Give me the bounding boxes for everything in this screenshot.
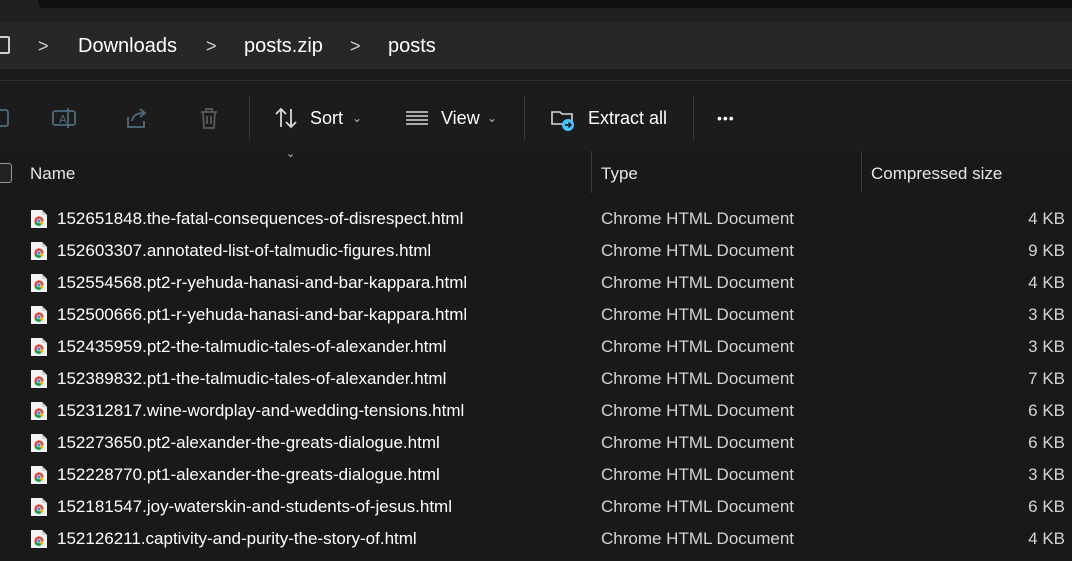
file-size: 3 KB [1028,305,1065,324]
breadcrumb-downloads[interactable]: Downloads [78,33,177,59]
file-size: 6 KB [1028,433,1065,452]
column-name[interactable]: Name [30,163,75,185]
file-type: Chrome HTML Document [601,337,795,356]
column-divider[interactable] [591,151,592,193]
file-size: 4 KB [1028,529,1065,548]
file-size: 3 KB [1028,465,1065,484]
file-name: 152126211.captivity-and-purity-the-story… [57,529,417,548]
file-name: 152651848.the-fatal-consequences-of-disr… [57,209,464,228]
file-type: Chrome HTML Document [601,401,795,420]
file-size: 6 KB [1028,497,1065,516]
file-row[interactable]: 152554568.pt2-r-yehuda-hanasi-and-bar-ka… [0,267,1072,299]
file-size: 3 KB [1028,337,1065,356]
file-size: 6 KB [1028,401,1065,420]
file-row[interactable]: 152312817.wine-wordplay-and-wedding-tens… [0,395,1072,427]
copy-icon[interactable] [0,105,12,131]
file-name: 152389832.pt1-the-talmudic-tales-of-alex… [57,369,447,388]
breadcrumb-chevron-icon[interactable]: > [350,33,361,59]
file-size: 4 KB [1028,209,1065,228]
file-type: Chrome HTML Document [601,241,795,260]
sort-direction-icon: ⌄ [286,148,296,160]
select-all-checkbox[interactable] [0,163,12,183]
chrome-html-file-icon [30,433,48,453]
file-row[interactable]: 152228770.pt1-alexander-the-greats-dialo… [0,459,1072,491]
folder-extract-icon [551,111,574,131]
file-name: 152273650.pt2-alexander-the-greats-dialo… [57,433,440,452]
file-row[interactable]: 152273650.pt2-alexander-the-greats-dialo… [0,427,1072,459]
rename-icon[interactable]: A [51,105,77,131]
file-type: Chrome HTML Document [601,305,795,324]
file-type: Chrome HTML Document [601,369,795,388]
sort-icon [275,107,297,129]
file-row[interactable]: 152500666.pt1-r-yehuda-hanasi-and-bar-ka… [0,299,1072,331]
chrome-html-file-icon [30,465,48,485]
file-row[interactable]: 152181547.joy-waterskin-and-students-of-… [0,491,1072,523]
toolbar-separator [249,96,250,140]
chrome-html-file-icon [30,401,48,421]
column-header: ⌄ Name Type Compressed size [0,148,1072,197]
file-type: Chrome HTML Document [601,497,795,516]
view-icon [406,111,428,125]
column-type[interactable]: Type [601,163,638,185]
column-divider[interactable] [861,151,862,193]
chrome-html-file-icon [30,273,48,293]
breadcrumb-chevron-icon[interactable]: > [206,33,217,59]
share-icon[interactable] [124,105,150,131]
file-name: 152554568.pt2-r-yehuda-hanasi-and-bar-ka… [57,273,468,292]
file-row[interactable]: 152389832.pt1-the-talmudic-tales-of-alex… [0,363,1072,395]
chevron-down-icon: ⌄ [487,111,498,125]
file-type: Chrome HTML Document [601,529,795,548]
chrome-html-file-icon [30,337,48,357]
chevron-down-icon: ⌄ [352,111,363,125]
file-row[interactable]: 152651848.the-fatal-consequences-of-disr… [0,203,1072,235]
file-list: 152651848.the-fatal-consequences-of-disr… [0,203,1072,555]
chrome-html-file-icon [30,241,48,261]
file-size: 9 KB [1028,241,1065,260]
chrome-html-file-icon [30,305,48,325]
file-name: 152181547.joy-waterskin-and-students-of-… [57,497,452,516]
chrome-html-file-icon [30,497,48,517]
file-row[interactable]: 152126211.captivity-and-purity-the-story… [0,523,1072,555]
sort-label: Sort [310,108,344,128]
breadcrumb-posts-zip[interactable]: posts.zip [244,33,323,59]
file-name: 152500666.pt1-r-yehuda-hanasi-and-bar-ka… [57,305,468,324]
extract-all-label: Extract all [588,108,668,128]
chrome-html-file-icon [30,209,48,229]
file-size: 7 KB [1028,369,1065,388]
file-name: 152228770.pt1-alexander-the-greats-dialo… [57,465,440,484]
file-row[interactable]: 152603307.annotated-list-of-talmudic-fig… [0,235,1072,267]
file-type: Chrome HTML Document [601,273,795,292]
title-bar [0,0,1072,22]
file-type: Chrome HTML Document [601,209,795,228]
svg-text:A: A [59,113,67,126]
toolbar-separator [693,96,694,140]
file-name: 152603307.annotated-list-of-talmudic-fig… [57,241,432,260]
breadcrumb-chevron-icon[interactable]: > [38,33,49,59]
file-name: 152435959.pt2-the-talmudic-tales-of-alex… [57,337,447,356]
file-type: Chrome HTML Document [601,433,795,452]
search-box-edge[interactable] [38,0,1072,8]
toolbar-separator [524,96,525,140]
this-pc-icon[interactable] [0,36,10,54]
file-size: 4 KB [1028,273,1065,292]
view-label: View [441,108,480,128]
file-name: 152312817.wine-wordplay-and-wedding-tens… [57,401,465,420]
command-bar: A Sort ⌄ View ⌄ Extract all ••• [0,81,1072,151]
more-options-icon[interactable]: ••• [717,106,735,130]
file-type: Chrome HTML Document [601,465,795,484]
chrome-html-file-icon [30,369,48,389]
chrome-html-file-icon [30,529,48,549]
delete-icon[interactable] [196,105,222,131]
address-bar[interactable]: > Downloads > posts.zip > posts [0,22,1072,81]
file-row[interactable]: 152435959.pt2-the-talmudic-tales-of-alex… [0,331,1072,363]
breadcrumb-posts[interactable]: posts [388,33,436,59]
column-compressed-size[interactable]: Compressed size [871,163,1002,185]
